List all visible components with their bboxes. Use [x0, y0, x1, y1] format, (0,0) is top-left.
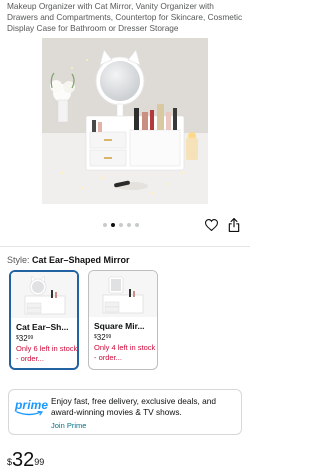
- join-prime-link[interactable]: Join Prime: [51, 421, 86, 430]
- carousel-dot[interactable]: [127, 223, 131, 227]
- option-price: $3299: [94, 333, 112, 342]
- option-thumbnail: [89, 271, 157, 317]
- style-option-cat-ear[interactable]: Cat Ear–Sh... $3299 Only 6 left in stock…: [9, 270, 79, 370]
- style-value: Cat Ear–Shaped Mirror: [32, 255, 130, 265]
- prime-logo: prime: [15, 396, 48, 416]
- share-icon[interactable]: [228, 218, 240, 232]
- option-stock-status: Only 6 left in stock - order...: [16, 344, 78, 363]
- style-option-square[interactable]: Square Mir... $3299 Only 4 left in stock…: [88, 270, 158, 370]
- section-divider: [0, 246, 250, 247]
- style-selector-label: Style: Cat Ear–Shaped Mirror: [7, 254, 130, 266]
- carousel-dot[interactable]: [103, 223, 107, 227]
- option-price: $3299: [16, 334, 34, 343]
- option-thumbnail: [11, 272, 77, 318]
- option-name: Cat Ear–Sh...: [16, 322, 69, 332]
- carousel-dot[interactable]: [135, 223, 139, 227]
- heart-icon[interactable]: [205, 219, 218, 231]
- prime-description: Enjoy fast, free delivery, exclusive dea…: [51, 396, 216, 417]
- product-image[interactable]: [42, 38, 208, 204]
- prime-promo-card[interactable]: prime Enjoy fast, free delivery, exclusi…: [8, 389, 242, 435]
- carousel-dot[interactable]: [119, 223, 123, 227]
- option-stock-status: Only 4 left in stock - order...: [94, 343, 156, 362]
- style-key: Style:: [7, 255, 30, 265]
- option-name: Square Mir...: [94, 321, 145, 331]
- image-carousel-dots[interactable]: [103, 223, 139, 227]
- product-price: $3299: [7, 449, 45, 471]
- carousel-dot-active[interactable]: [111, 223, 115, 227]
- product-title: Makeup Organizer with Cat Mirror, Vanity…: [7, 1, 243, 33]
